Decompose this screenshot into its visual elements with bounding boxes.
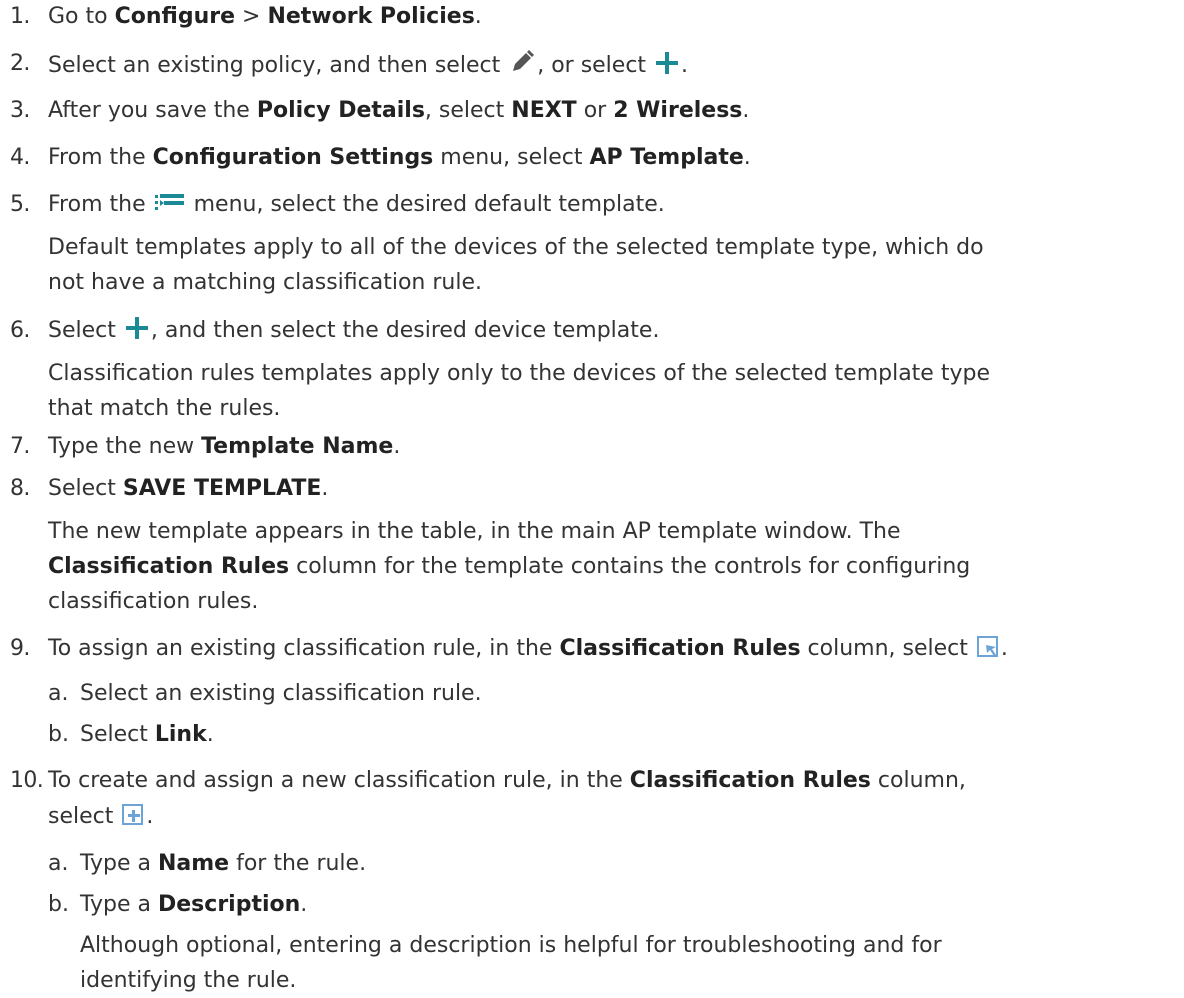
plus-icon xyxy=(125,316,149,349)
step-number: 9. xyxy=(10,636,30,661)
step-number: 3. xyxy=(10,98,30,123)
step-10b-note: Although optional, entering a descriptio… xyxy=(80,933,942,993)
step-text: To assign an existing classification rul… xyxy=(48,634,1008,667)
step-number: 4. xyxy=(10,145,30,170)
step-text: Type the new Template Name. xyxy=(48,434,401,459)
step-number: 5. xyxy=(10,192,30,217)
link-rule-icon xyxy=(976,636,999,667)
step-number: 7. xyxy=(10,434,30,459)
step-6-note: Classification rules templates apply onl… xyxy=(48,361,990,421)
step-number: 10. xyxy=(10,768,44,793)
step-number: 8. xyxy=(10,476,30,501)
step-number: 2. xyxy=(10,51,30,76)
step-number: 6. xyxy=(10,318,30,343)
step-text: Select SAVE TEMPLATE. xyxy=(48,476,329,501)
procedure-document: 1. Go to Configure > Network Policies. 2… xyxy=(0,0,1184,998)
step-text: Select an existing policy, and then sele… xyxy=(48,49,688,84)
list-menu-icon xyxy=(154,192,185,223)
step-5-note: Default templates apply to all of the de… xyxy=(48,235,984,295)
ui-term-configure: Configure xyxy=(114,4,236,29)
pencil-icon xyxy=(509,49,535,84)
add-rule-icon xyxy=(122,804,144,835)
step-number: 1. xyxy=(10,4,30,29)
step-text: From the menu, select the desired defaul… xyxy=(48,190,665,223)
step-10-cont: select . xyxy=(48,802,153,835)
plus-icon xyxy=(655,51,679,84)
step-text: To create and assign a new classificatio… xyxy=(48,768,966,793)
step-text: Go to Configure > Network Policies. xyxy=(48,4,482,29)
step-text: After you save the Policy Details, selec… xyxy=(48,98,750,123)
step-text: From the Configuration Settings menu, se… xyxy=(48,145,751,170)
ui-term-network-policies: Network Policies xyxy=(267,4,475,29)
step-8-note: The new template appears in the table, i… xyxy=(48,519,971,614)
step-text: Select , and then select the desired dev… xyxy=(48,316,659,349)
